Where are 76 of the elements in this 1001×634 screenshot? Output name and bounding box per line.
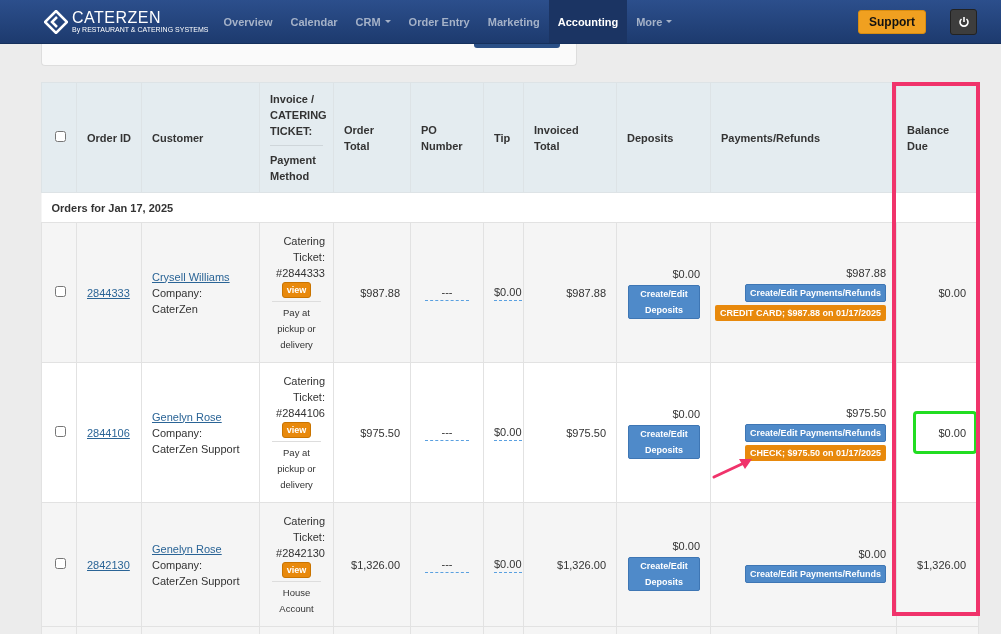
order-id-link[interactable]: 2844333 [87,286,130,299]
tip-value[interactable]: $0.00 [494,556,522,573]
select-all-checkbox[interactable] [55,130,66,142]
logo-icon [44,9,68,34]
nav-item[interactable]: Accounting [548,0,628,43]
support-button[interactable]: Support [858,9,926,34]
create-edit-payments-button[interactable]: Create/Edit Payments/Refunds [744,565,886,583]
order-id-link[interactable]: 2844106 [87,426,130,439]
column-subheader: Payment Method [270,145,323,184]
create-edit-deposits-button[interactable]: Create/Edit Deposits [628,557,700,591]
po-number-field[interactable]: --- [425,556,469,573]
company-text: Company: CaterZen [152,285,204,317]
balance-due: $0.00 [938,425,966,441]
ticket-text: Catering Ticket: #2844333 [275,233,325,281]
power-icon [957,15,970,28]
payment-method: Pay at pickup or delivery [276,305,317,352]
column-header: Invoiced Total [534,123,579,152]
create-edit-payments-button[interactable]: Create/Edit Payments/Refunds [744,423,886,442]
nav-item[interactable]: Order Entry [399,0,479,43]
column-header: Invoice / CATERING TICKET: [270,93,327,137]
customer-link[interactable]: Crysell Williams [152,270,230,283]
power-button[interactable] [950,8,977,35]
po-number-field[interactable]: --- [425,424,469,441]
tip-value[interactable]: $0.00 [494,424,522,441]
row-checkbox[interactable] [55,557,66,569]
view-button[interactable]: view [281,281,312,298]
tip-value[interactable]: $0.00 [494,284,522,301]
column-header: PO Number [421,123,463,152]
nav-item[interactable]: Marketing [478,0,549,43]
customer-link[interactable]: Genelyn Rose [152,410,222,423]
order-total: $987.88 [360,286,400,299]
column-header: Order Total [344,123,374,152]
column-header: Payments/Refunds [721,131,821,144]
company-text: Company: CaterZen Support [152,557,241,589]
create-edit-deposits-button[interactable]: Create/Edit Deposits [628,425,700,459]
column-header: Order ID [87,131,131,144]
group-heading: Orders for Jan 17, 2025 [51,201,174,214]
order-total: $1,326.00 [351,558,400,571]
payment-badge: CREDIT CARD; $987.88 on 01/17/2025 [714,304,886,321]
nav-item[interactable]: Overview [214,0,282,43]
balance-due: $0.00 [938,285,966,301]
po-number-field[interactable]: --- [425,284,469,301]
ticket-text: Catering Ticket: #2844106 [275,373,325,421]
create-edit-deposits-button[interactable]: Create/Edit Deposits [628,285,700,319]
customer-link[interactable]: Genelyn Rose [152,542,222,555]
nav-item[interactable]: CRM [346,0,400,43]
payments-amount: $975.50 [846,405,886,421]
payment-method: Pay at pickup or delivery [276,445,317,492]
invoiced-total: $987.88 [566,286,606,299]
arrow [711,456,753,480]
column-header: Balance Due [907,123,950,152]
payments-amount: $987.88 [846,265,886,281]
column-header: Deposits [627,131,674,144]
row-checkbox[interactable] [55,285,66,297]
column-header: Customer [152,131,204,144]
deposits-amount: $0.00 [672,267,700,282]
order-total: $975.50 [360,426,400,439]
order-id-link[interactable]: 2842130 [87,558,130,571]
payments-amount: $0.00 [858,547,886,562]
nav-item[interactable]: More [627,0,682,43]
deposits-amount: $0.00 [672,539,700,554]
row-checkbox[interactable] [55,425,66,437]
view-button[interactable]: view [281,561,312,578]
invoiced-total: $1,326.00 [557,558,606,571]
payment-method: House Account [278,585,315,616]
view-button[interactable]: view [281,421,312,438]
balance-due: $1,326.00 [917,557,966,573]
invoiced-total: $975.50 [566,426,606,439]
create-edit-payments-button[interactable]: Create/Edit Payments/Refunds [744,283,886,302]
deposits-amount: $0.00 [672,407,700,422]
nav-item[interactable]: Calendar [281,0,347,43]
company-text: Company: CaterZen Support [152,425,241,457]
ticket-text: Catering Ticket: #2842130 [275,513,325,561]
column-header: Tip [494,131,511,144]
logo-text: CATERZEN [72,9,163,26]
payment-badge: CHECK; $975.50 on 01/17/2025 [744,444,886,461]
